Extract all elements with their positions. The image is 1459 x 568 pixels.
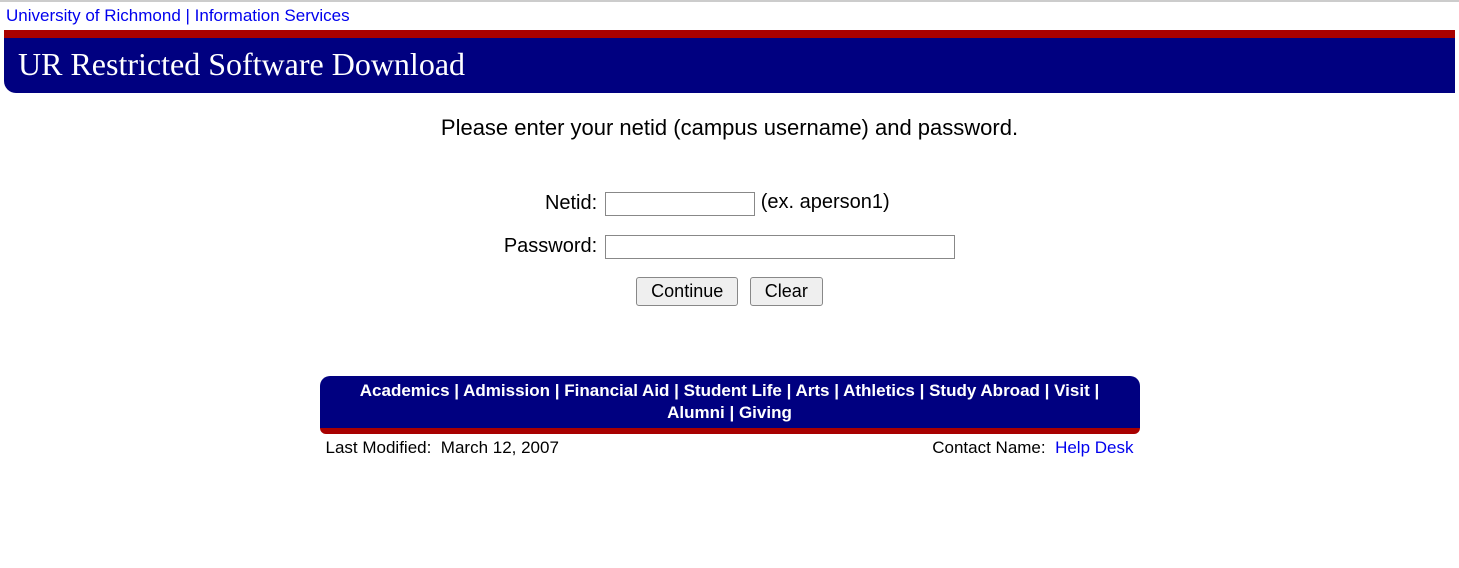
footer-link-alumni[interactable]: Alumni — [667, 403, 725, 422]
last-modified-value: March 12, 2007 — [441, 438, 559, 457]
page-header: UR Restricted Software Download — [4, 38, 1455, 93]
top-navigation: University of Richmond | Information Ser… — [0, 2, 1459, 30]
netid-label: Netid: — [502, 183, 601, 224]
footer-link-admission[interactable]: Admission — [463, 381, 550, 400]
footer-link-giving[interactable]: Giving — [739, 403, 792, 422]
footer-link-financial-aid[interactable]: Financial Aid — [564, 381, 669, 400]
continue-button[interactable]: Continue — [636, 277, 738, 306]
top-separator: | — [186, 6, 195, 25]
contact-link[interactable]: Help Desk — [1055, 438, 1133, 457]
footer-link-study-abroad[interactable]: Study Abroad — [929, 381, 1040, 400]
page-title: UR Restricted Software Download — [18, 46, 1441, 83]
footer-link-visit[interactable]: Visit — [1054, 381, 1090, 400]
footer-link-arts[interactable]: Arts — [795, 381, 829, 400]
info-services-link[interactable]: Information Services — [195, 6, 350, 25]
password-input[interactable] — [605, 235, 955, 259]
netid-example: (ex. aperson1) — [761, 191, 890, 213]
footer-link-athletics[interactable]: Athletics — [843, 381, 915, 400]
netid-input[interactable] — [605, 192, 755, 216]
university-link[interactable]: University of Richmond — [6, 6, 181, 25]
footer-link-student-life[interactable]: Student Life — [684, 381, 782, 400]
clear-button[interactable]: Clear — [750, 277, 823, 306]
footer-navigation: Academics | Admission | Financial Aid | … — [320, 376, 1140, 428]
last-modified-label: Last Modified: — [326, 438, 432, 457]
accent-bar-top — [4, 30, 1455, 38]
instruction-text: Please enter your netid (campus username… — [10, 115, 1449, 141]
password-label: Password: — [502, 226, 601, 267]
footer-link-academics[interactable]: Academics — [360, 381, 450, 400]
footer-info: Last Modified: March 12, 2007 Contact Na… — [320, 434, 1140, 462]
footer: Academics | Admission | Financial Aid | … — [320, 376, 1140, 462]
main-content: Please enter your netid (campus username… — [0, 93, 1459, 376]
contact-label: Contact Name: — [932, 438, 1045, 457]
login-form: Netid: (ex. aperson1) Password: Continue… — [500, 181, 959, 316]
